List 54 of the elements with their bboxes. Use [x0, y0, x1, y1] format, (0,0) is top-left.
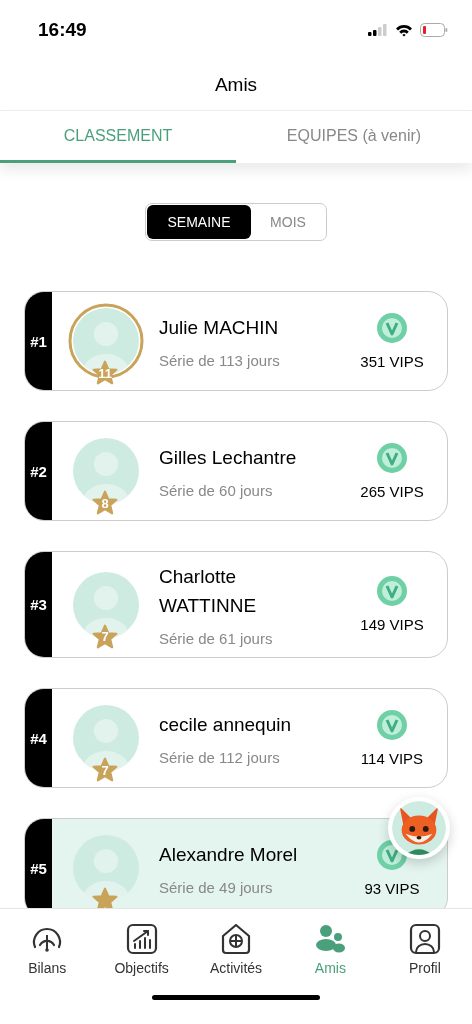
- status-time: 16:49: [38, 19, 87, 41]
- nav-tab[interactable]: Activités: [188, 909, 284, 989]
- ranking-card[interactable]: #4 7 cecile annequin Série de 112 jours 114 VIPS: [24, 688, 448, 788]
- friend-name: Alexandre Morel: [159, 843, 299, 867]
- coin-icon: [377, 576, 407, 606]
- coin-icon: [377, 709, 407, 740]
- house-icon: [220, 922, 252, 955]
- streak-text: Série de 112 jours: [159, 749, 281, 766]
- period-option[interactable]: SEMAINE: [147, 205, 251, 239]
- rank-number: #4: [30, 729, 47, 747]
- star-icon: [92, 887, 118, 908]
- period-option[interactable]: MOIS: [251, 205, 325, 239]
- friend-name: cecile annequin: [159, 713, 293, 737]
- level-number: 7: [101, 629, 109, 644]
- chart-icon: [125, 922, 158, 955]
- wifi-icon: [395, 23, 413, 37]
- rank-number: #5: [30, 859, 47, 877]
- ranking-card[interactable]: #1 11 Julie MACHIN Série de 113 jours 351 VIPS: [24, 291, 448, 391]
- streak-text: Série de 60 jours: [159, 482, 274, 499]
- star-icon: [92, 360, 118, 386]
- vips-count: 351 VIPS: [360, 352, 424, 370]
- nav-tab[interactable]: Profil: [377, 909, 472, 989]
- rank-number: #3: [30, 596, 47, 613]
- star-icon: [92, 490, 118, 516]
- level-number: 8: [101, 495, 109, 511]
- level-number: 7: [101, 762, 109, 778]
- streak-text: Série de 61 jours: [159, 630, 274, 647]
- nav-tab[interactable]: Objectifs: [94, 909, 189, 989]
- nav-tab[interactable]: Bilans: [0, 909, 95, 989]
- battery-icon: [420, 23, 448, 37]
- ranking-card[interactable]: #5 Alexandre Morel Série de 49 jours 93 VIPS: [24, 818, 448, 908]
- rank-number: #2: [30, 462, 47, 480]
- vips-count: 149 VIPS: [360, 616, 424, 633]
- streak-text: Série de 113 jours: [159, 352, 281, 369]
- signal-icon: [368, 24, 388, 36]
- vips-count: 114 VIPS: [360, 749, 424, 767]
- profile-icon: [408, 922, 441, 955]
- star-icon: [92, 757, 118, 783]
- vips-count: 265 VIPS: [360, 482, 424, 500]
- people-icon: [314, 922, 347, 955]
- ranking-card[interactable]: #2 8 Gilles Lechantre Série de 60 jours 265 VIPS: [24, 421, 448, 521]
- friend-name: Gilles Lechantre: [159, 446, 298, 470]
- friend-name: Julie MACHIN: [159, 316, 280, 340]
- coin-icon: [377, 312, 407, 343]
- star-icon: [92, 623, 118, 650]
- rank-number: #1: [30, 332, 47, 350]
- friend-name: Charlotte WATTINNE: [159, 565, 258, 618]
- screen-title: Amis: [214, 74, 258, 96]
- streak-text: Série de 49 jours: [159, 879, 274, 896]
- coin-icon: [377, 442, 407, 473]
- tab[interactable]: EQUIPES (à venir): [236, 111, 472, 163]
- ranking-card[interactable]: #3 7 Charlotte WATTINNE Série de 61 jours 149 VIPS: [24, 551, 448, 658]
- level-number: 11: [98, 365, 112, 381]
- vips-count: 93 VIPS: [364, 879, 420, 897]
